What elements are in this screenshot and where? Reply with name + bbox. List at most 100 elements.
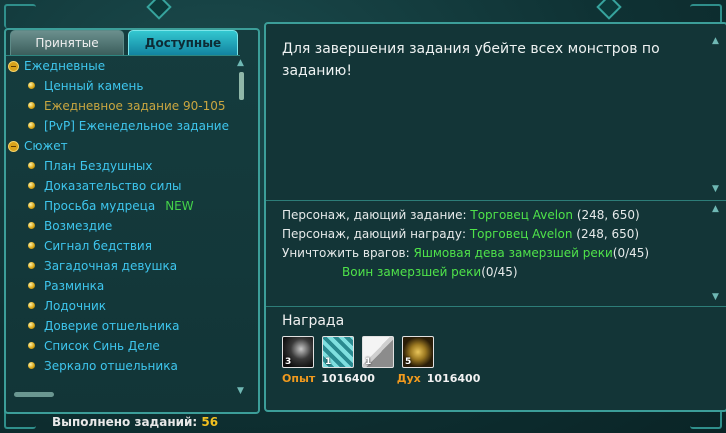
quest-item-selected[interactable]: Ежедневное задание 90-105	[6, 96, 240, 116]
reward-stats: Опыт 1016400 Дух 1016400	[282, 372, 486, 385]
category-label: Сюжет	[24, 139, 68, 153]
quest-item[interactable]: Список Синь Деле	[6, 336, 240, 356]
quest-list: Ежедневные Ценный камень Ежедневное зада…	[6, 55, 240, 376]
kill-target-name[interactable]: Воин замерзшей реки	[342, 265, 481, 279]
item-count: 1	[325, 357, 332, 367]
quest-bullet-icon	[28, 202, 35, 209]
quest-bullet-icon	[28, 362, 35, 369]
reward-npc-coords: (248, 650)	[576, 227, 640, 241]
quest-item-label: Разминка	[44, 279, 105, 293]
spirit-label: Дух	[396, 372, 421, 385]
reward-npc-line: Персонаж, дающий награду: Торговец Avelo…	[282, 225, 702, 244]
quest-item-label: Лодочник	[44, 299, 106, 313]
kill-target-count: (0/45)	[481, 265, 518, 279]
quest-item[interactable]: Доверие отшельника	[6, 316, 240, 336]
quest-item[interactable]: Загадочная девушка	[6, 256, 240, 276]
category-label: Ежедневные	[24, 59, 106, 73]
divider	[266, 200, 726, 201]
kill-target-name[interactable]: Яшмовая дева замерзшей реки	[414, 246, 613, 260]
kill-target-line: Воин замерзшей реки(0/45)	[282, 263, 702, 282]
quest-item-label: Просьба мудреца	[44, 199, 156, 213]
quest-item-label: Загадочная девушка	[44, 259, 178, 273]
quest-item[interactable]: [PvP] Еженедельное задание	[6, 116, 240, 136]
description-scrollbar[interactable]: ▲ ▼	[712, 36, 722, 196]
quest-item-label: Доверие отшельника	[44, 319, 180, 333]
quest-item-label: Ценный камень	[44, 79, 144, 93]
quest-item[interactable]: Разминка	[6, 276, 240, 296]
exp-label: Опыт	[282, 372, 316, 385]
spirit-value: 1016400	[426, 372, 481, 385]
crystal-item-icon[interactable]: 1	[322, 336, 354, 368]
quest-description: Для завершения задания убейте всех монст…	[282, 41, 660, 79]
category-story[interactable]: Сюжет	[6, 136, 240, 156]
quest-bullet-icon	[28, 102, 35, 109]
item-count: 3	[285, 357, 292, 367]
quest-item[interactable]: Доказательство силы	[6, 176, 240, 196]
reward-npc-name[interactable]: Торговец Avelon	[470, 227, 573, 241]
quest-item[interactable]: План Бездушных	[6, 156, 240, 176]
scroll-up-arrow-icon[interactable]: ▲	[712, 204, 719, 214]
quest-giver-name[interactable]: Торговец Avelon	[470, 208, 573, 222]
reward-npc-label: Персонаж, дающий награду:	[282, 227, 466, 241]
scrollbar-thumb[interactable]	[239, 72, 244, 100]
quest-list-scrollbar[interactable]: ▲ ▼	[236, 58, 248, 398]
quest-item-label: План Бездушных	[44, 159, 153, 173]
quest-item-label: Список Синь Деле	[44, 339, 160, 353]
item-count: 1	[365, 357, 372, 367]
quest-bullet-icon	[28, 282, 35, 289]
orb-item-icon[interactable]: 3	[282, 336, 314, 368]
exp-value: 1016400	[321, 372, 375, 385]
quest-item[interactable]: Лодочник	[6, 296, 240, 316]
scroll-down-arrow-icon[interactable]: ▼	[237, 386, 244, 396]
quest-bullet-icon	[28, 342, 35, 349]
quest-bullet-icon	[28, 242, 35, 249]
category-daily[interactable]: Ежедневные	[6, 56, 240, 76]
quest-item-label: Доказательство силы	[44, 179, 182, 193]
quest-bullet-icon	[28, 162, 35, 169]
reward-title: Награда	[282, 313, 345, 329]
kill-target-count: (0/45)	[612, 246, 650, 260]
quest-bullet-icon	[28, 82, 35, 89]
quest-item-label: Сигнал бедствия	[44, 239, 152, 253]
scroll-down-arrow-icon[interactable]: ▼	[712, 184, 719, 194]
quest-bullet-icon	[28, 122, 35, 129]
quest-item[interactable]: Возмездие	[6, 216, 240, 236]
quest-item[interactable]: Сигнал бедствия	[6, 236, 240, 256]
quest-bullet-icon	[28, 322, 35, 329]
item-count: 5	[405, 357, 412, 367]
quest-bullet-icon	[28, 182, 35, 189]
quest-item-label: [PvP] Еженедельное задание	[44, 119, 229, 133]
quest-item-label: Ежедневное задание 90-105	[44, 99, 226, 113]
quest-item-label: Зеркало отшельника	[44, 359, 178, 373]
quest-item[interactable]: Просьба мудреца NEW	[6, 196, 240, 216]
quest-item[interactable]: Зеркало отшельника	[6, 356, 240, 376]
quest-item-label: Возмездие	[44, 219, 113, 233]
scroll-item-icon[interactable]: 1	[362, 336, 394, 368]
quest-bullet-icon	[28, 302, 35, 309]
completed-quests-counter: Выполнено заданий: 56	[52, 415, 218, 429]
kill-label: Уничтожить врагов:	[282, 246, 410, 260]
quest-detail-panel: Для завершения задания убейте всех монст…	[264, 22, 726, 412]
completed-label: Выполнено заданий:	[52, 415, 198, 429]
quest-giver-line: Персонаж, дающий задание: Торговец Avelo…	[282, 206, 702, 225]
tab-accepted[interactable]: Принятые	[10, 30, 124, 55]
scroll-up-arrow-icon[interactable]: ▲	[237, 58, 244, 68]
kill-target-line: Уничтожить врагов: Яшмовая дева замерзше…	[282, 244, 702, 263]
horizontal-scrollbar-thumb[interactable]	[14, 392, 54, 397]
collapse-icon[interactable]	[8, 61, 19, 72]
tab-available[interactable]: Доступные	[128, 30, 238, 55]
quest-info: Персонаж, дающий задание: Торговец Avelo…	[282, 206, 702, 282]
quest-bullet-icon	[28, 262, 35, 269]
quest-giver-coords: (248, 650)	[576, 208, 640, 222]
quest-bullet-icon	[28, 222, 35, 229]
info-scrollbar[interactable]: ▲ ▼	[712, 204, 722, 304]
divider	[266, 306, 726, 307]
quest-giver-label: Персонаж, дающий задание:	[282, 208, 467, 222]
collapse-icon[interactable]	[8, 141, 19, 152]
scroll-up-arrow-icon[interactable]: ▲	[712, 36, 719, 46]
frame-corner-ornament	[4, 4, 36, 28]
quest-item[interactable]: Ценный камень	[6, 76, 240, 96]
scroll-down-arrow-icon[interactable]: ▼	[712, 292, 719, 302]
gold-ore-item-icon[interactable]: 5	[402, 336, 434, 368]
new-badge: NEW	[165, 199, 194, 213]
